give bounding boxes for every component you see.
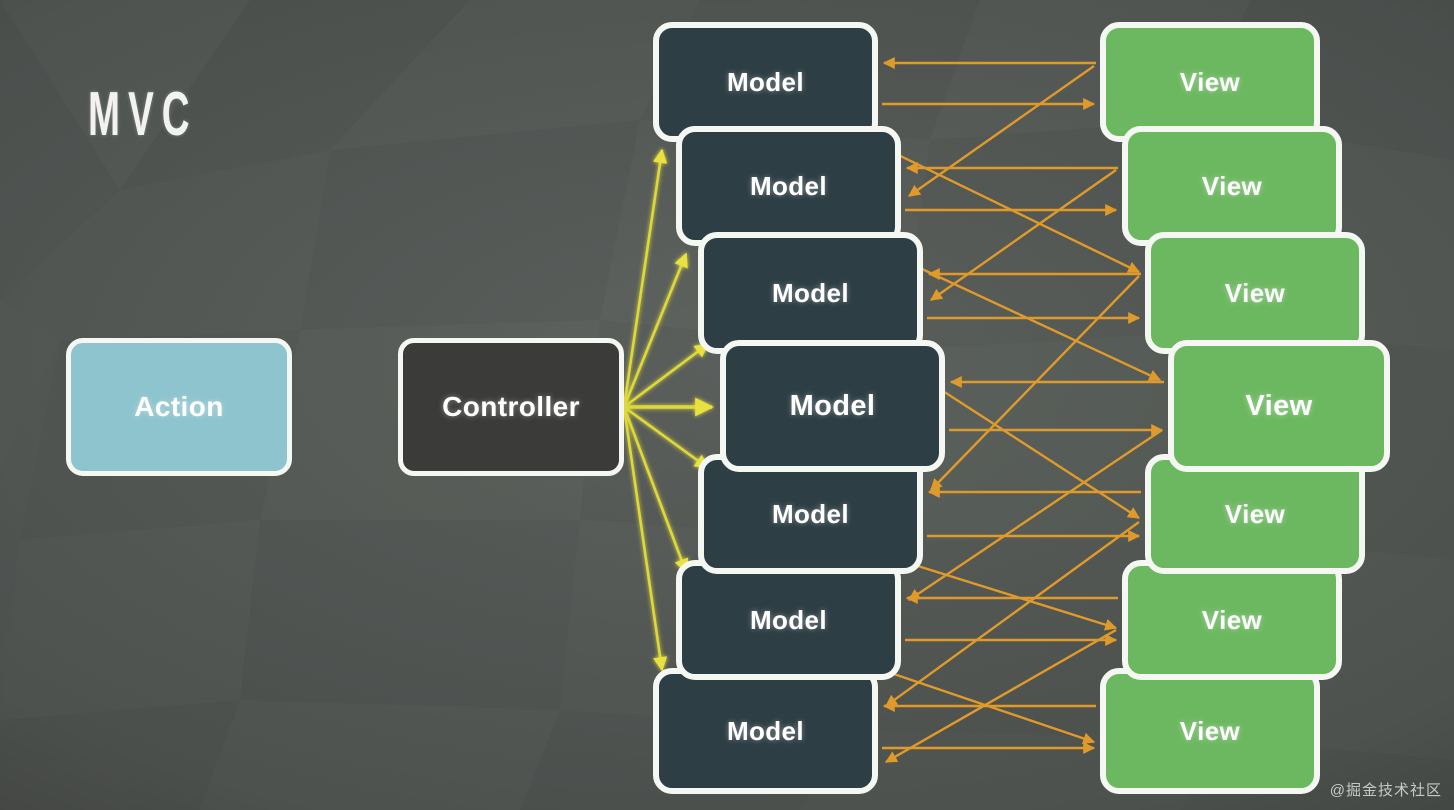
node-model-3[interactable]: Model	[698, 232, 923, 354]
node-model-label: Model	[749, 604, 828, 635]
node-view-5[interactable]: View	[1145, 454, 1365, 574]
node-view-label: View	[1245, 389, 1313, 422]
node-model-5[interactable]: Model	[698, 454, 923, 574]
node-view-label: View	[1201, 604, 1263, 635]
node-view-label: View	[1224, 277, 1286, 308]
node-view-label: View	[1179, 715, 1241, 746]
node-controller[interactable]: Controller	[398, 338, 624, 476]
node-action[interactable]: Action	[66, 338, 292, 476]
node-model-label: Model	[771, 498, 850, 529]
node-view-6[interactable]: View	[1122, 560, 1342, 680]
node-view-2[interactable]: View	[1122, 126, 1342, 246]
node-controller-label: Controller	[442, 391, 580, 422]
node-view-7[interactable]: View	[1100, 668, 1320, 794]
watermark: @掘金技术社区	[1329, 782, 1442, 799]
node-model-6[interactable]: Model	[676, 560, 901, 680]
node-model-label: Model	[771, 277, 850, 308]
node-view-1[interactable]: View	[1100, 22, 1320, 142]
node-model-2[interactable]: Model	[676, 126, 901, 246]
node-view-label: View	[1179, 66, 1241, 97]
node-view-3[interactable]: View	[1145, 232, 1365, 354]
mvc-diagram-canvas: MVC Action Controller Model Model Model …	[0, 0, 1454, 810]
node-view-label: View	[1224, 498, 1286, 529]
node-model-label: Model	[789, 389, 876, 422]
node-model-7[interactable]: Model	[653, 668, 878, 794]
node-view-4[interactable]: View	[1168, 340, 1390, 472]
node-model-label: Model	[726, 66, 805, 97]
node-model-1[interactable]: Model	[653, 22, 878, 142]
node-action-label: Action	[134, 391, 224, 422]
diagram-title: MVC	[88, 80, 198, 149]
node-model-4[interactable]: Model	[720, 340, 945, 472]
node-model-label: Model	[749, 170, 828, 201]
node-view-label: View	[1201, 170, 1263, 201]
node-model-label: Model	[726, 715, 805, 746]
